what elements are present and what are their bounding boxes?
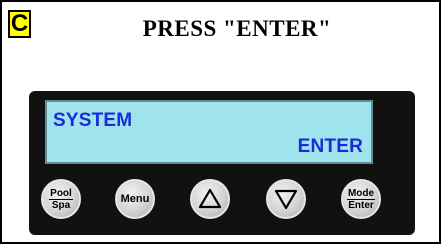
mode-label: Mode [346,187,376,200]
step-badge: C [8,10,31,38]
lcd-line-2: ENTER [297,136,363,157]
lcd-line-1: SYSTEM [53,110,133,131]
pool-spa-button[interactable]: Pool Spa [41,179,81,219]
down-button[interactable] [266,179,306,219]
spa-label: Spa [51,199,71,211]
pool-label: Pool [49,187,73,200]
lcd-display: SYSTEM ENTER [45,100,373,164]
menu-button[interactable]: Menu [115,179,155,219]
up-button[interactable] [190,179,230,219]
control-panel: SYSTEM ENTER Pool Spa Menu Mode Enter [29,91,415,235]
instruction-title: PRESS "ENTER" [142,16,332,41]
instruction-frame: C PRESS "ENTER" SYSTEM ENTER Pool Spa Me… [0,0,441,244]
enter-label: Enter [348,199,374,211]
triangle-down-icon [274,189,298,210]
triangle-up-icon [198,188,222,209]
menu-label: Menu [120,193,150,205]
mode-enter-button[interactable]: Mode Enter [341,179,381,219]
